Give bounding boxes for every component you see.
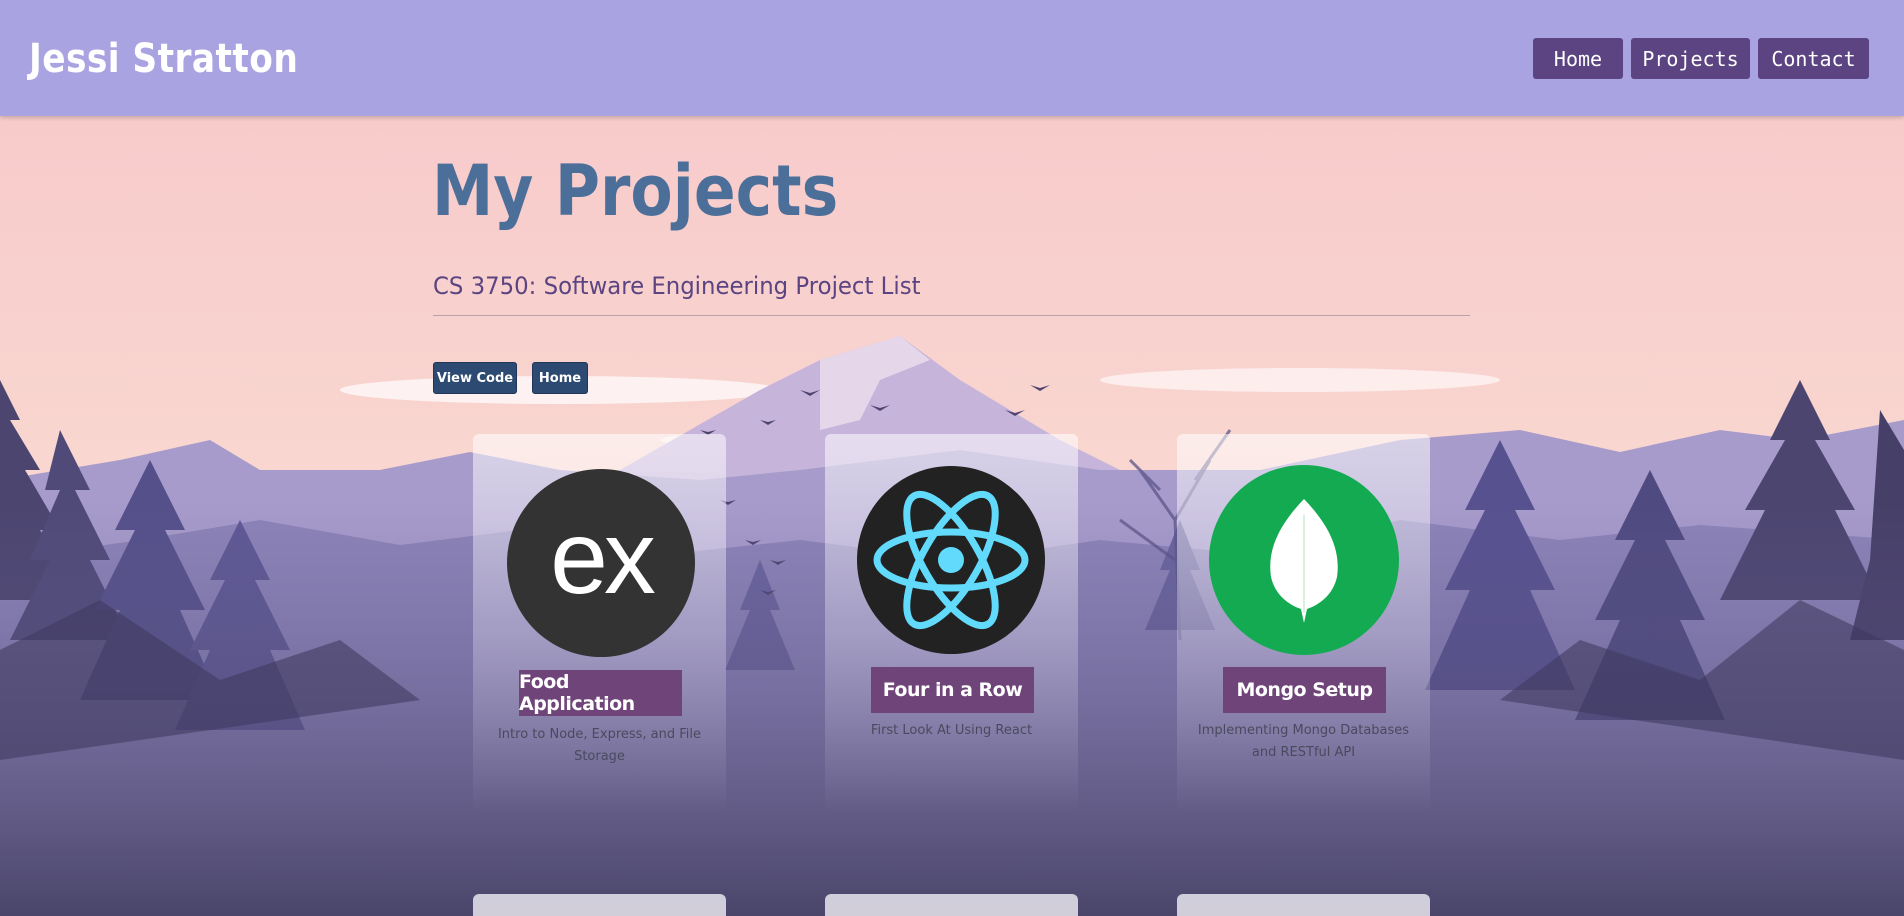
react-logo-icon: [857, 466, 1045, 654]
project-card-partial[interactable]: [1177, 894, 1430, 916]
divider: [433, 315, 1470, 316]
nav-projects-button[interactable]: Projects: [1631, 38, 1750, 79]
mongodb-leaf-icon: [1209, 465, 1399, 655]
project-card-partial[interactable]: [473, 894, 726, 916]
project-card-partial[interactable]: [825, 894, 1078, 916]
page-subtitle: CS 3750: Software Engineering Project Li…: [433, 272, 921, 300]
project-card-food-application[interactable]: ex Food Application Intro to Node, Expre…: [473, 434, 726, 814]
nav-home-button[interactable]: Home: [1533, 38, 1623, 79]
card-title[interactable]: Mongo Setup: [1223, 667, 1386, 713]
site-brand[interactable]: Jessi Stratton: [29, 36, 298, 82]
express-logo-icon: ex: [507, 469, 695, 657]
project-card-mongo-setup[interactable]: Mongo Setup Implementing Mongo Databases…: [1177, 434, 1430, 814]
project-card-four-in-a-row[interactable]: Four in a Row First Look At Using React: [825, 434, 1078, 814]
page-title: My Projects: [432, 150, 839, 232]
card-title[interactable]: Four in a Row: [871, 667, 1034, 713]
home-button[interactable]: Home: [532, 362, 588, 394]
top-navbar: Jessi Stratton Home Projects Contact: [0, 0, 1904, 116]
card-title[interactable]: Food Application: [519, 670, 682, 716]
card-description: Implementing Mongo Databases and RESTful…: [1197, 723, 1410, 760]
nav-contact-button[interactable]: Contact: [1758, 38, 1869, 79]
card-description: Intro to Node, Express, and File Storage: [497, 727, 702, 764]
view-code-button[interactable]: View Code: [433, 362, 517, 394]
card-description: First Look At Using React: [870, 723, 1033, 738]
